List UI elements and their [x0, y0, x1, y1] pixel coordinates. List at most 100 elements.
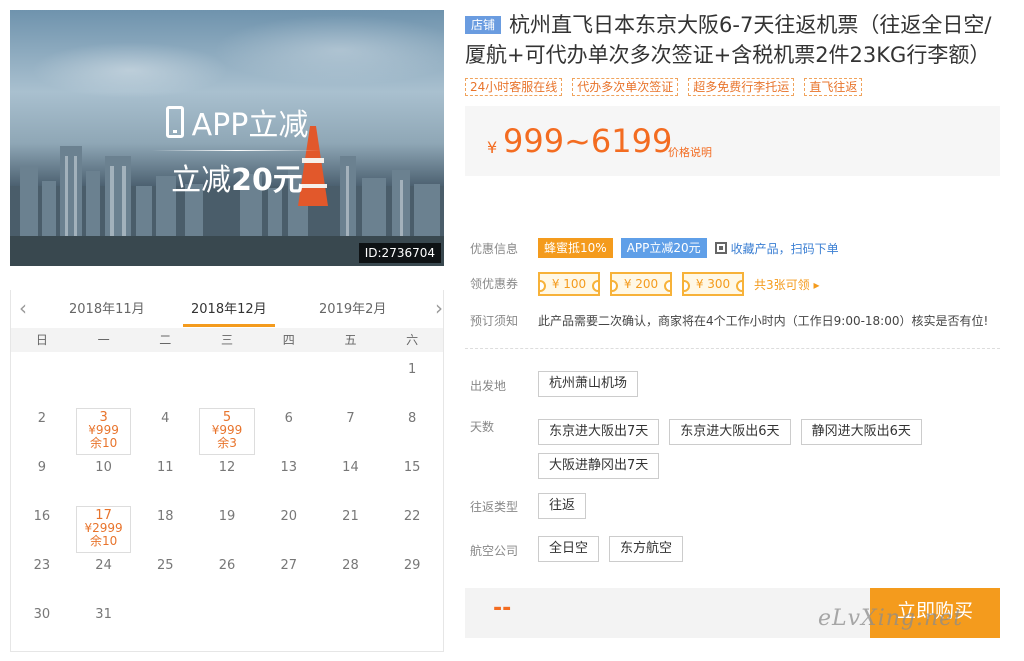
- calendar-day: 21: [320, 501, 382, 550]
- coupon-voucher[interactable]: ¥ 300: [682, 272, 744, 296]
- calendar-day: 28: [320, 550, 382, 599]
- airline-option[interactable]: 全日空: [538, 536, 600, 562]
- calendar-day-number: 4: [161, 411, 170, 426]
- favorite-scan-link[interactable]: 收藏产品，扫码下单: [714, 240, 839, 257]
- departure-options: 杭州萧山机场: [538, 371, 648, 397]
- calendar-day-number: 12: [218, 460, 236, 475]
- offers-row: 蜂蜜抵10% APP立减20元 收藏产品，扫码下单: [538, 238, 839, 258]
- airline-label: 航空公司: [470, 544, 519, 558]
- calendar-day-number: 28: [342, 558, 359, 573]
- days-option[interactable]: 大阪进静冈出7天: [538, 453, 660, 479]
- promo-app-text: APP立减: [191, 108, 309, 143]
- calendar-day-number: 25: [157, 558, 174, 573]
- promo-line1: APP立减: [148, 100, 326, 144]
- calendar-day-number: 26: [218, 558, 236, 573]
- month-tab-prev[interactable]: 2018年11月: [69, 298, 145, 317]
- calendar-day: 29: [381, 550, 443, 599]
- calendar-day-stock: 余10: [89, 436, 118, 450]
- calendar-empty-day: [258, 354, 320, 403]
- calendar-day: 1: [381, 354, 443, 403]
- chevron-left-icon[interactable]: ‹: [15, 296, 31, 320]
- promo-divider: [152, 150, 322, 151]
- calendar-day-number: 19: [218, 509, 236, 524]
- calendar-day-number: 23: [33, 558, 51, 573]
- calendar-day: 26: [196, 550, 258, 599]
- price-note-link[interactable]: 价格说明: [668, 144, 712, 160]
- trip-type-option[interactable]: 往返: [538, 493, 587, 519]
- weekday-label: 一: [97, 333, 110, 347]
- product-hero-image: APP立减 立减20元 ID:2736704: [10, 10, 444, 266]
- product-tag: 24小时客服在线: [465, 78, 563, 96]
- calendar-day-number: 18: [157, 509, 174, 524]
- calendar-week-row: 16 17 ¥2999 余10 18 19 20 21 22: [11, 501, 443, 553]
- selected-price: --: [493, 596, 512, 621]
- calendar-day-stock: 余3: [217, 436, 237, 450]
- product-tag: 超多免费行李托运: [688, 78, 795, 96]
- honey-discount-badge: 蜂蜜抵10%: [538, 238, 613, 258]
- days-option[interactable]: 静冈进大阪出6天: [800, 419, 922, 445]
- calendar-week-row: 30 31: [11, 599, 443, 648]
- calendar-week-row: 9 10 11 12 13 14 15: [11, 452, 443, 501]
- calendar-month-nav: ‹ 2018年11月 2018年12月 2019年2月 ›: [1, 288, 455, 327]
- weekday-label: 三: [221, 333, 234, 347]
- app-discount-promo: APP立减 立减20元: [148, 100, 326, 199]
- phone-icon: [165, 106, 184, 138]
- offers-label: 优惠信息: [470, 242, 519, 256]
- month-tab-next[interactable]: 2019年2月: [319, 298, 386, 317]
- calendar-day: 14: [320, 452, 382, 501]
- calendar-day[interactable]: 5 ¥999 余3: [196, 403, 258, 455]
- calendar-day: 30: [11, 599, 73, 648]
- product-tag: 直飞往返: [804, 78, 863, 96]
- calendar-empty-day: [320, 354, 382, 403]
- calendar-empty-day: [381, 599, 443, 648]
- product-tag: 代办多次单次签证: [572, 78, 679, 96]
- calendar-day-number: 10: [95, 460, 112, 475]
- product-detail-panel: 店铺 杭州直飞日本东京大阪6-7天往返机票（往返全日空/厦航+可代办单次多次签证+…: [465, 10, 1000, 638]
- booking-label: 预订须知: [470, 314, 519, 328]
- calendar-week-row: 23 24 25 26 27 28 29: [11, 550, 443, 599]
- calendar-day: 24: [73, 550, 135, 599]
- coupon-more-link[interactable]: 共3张可领 ▸: [754, 276, 819, 293]
- calendar-weekday-header: 日一二三四五六: [11, 328, 443, 352]
- calendar-day-number: 31: [95, 607, 112, 622]
- product-id-tag: ID:2736704: [358, 243, 441, 263]
- booking-notice: 此产品需要二次确认，商家将在4个工作小时内（工作日9:00-18:00）核实是否…: [538, 314, 989, 328]
- calendar-day-number: 22: [403, 509, 421, 524]
- promo-discount-prefix: 立减: [171, 163, 232, 198]
- weekday-label: 四: [282, 333, 295, 347]
- calendar-day-number: 13: [280, 460, 297, 475]
- calendar-day: 4: [134, 403, 196, 452]
- product-title: 店铺 杭州直飞日本东京大阪6-7天往返机票（往返全日空/厦航+可代办单次多次签证+…: [465, 10, 1000, 70]
- price-calendar: ‹ 2018年11月 2018年12月 2019年2月 › 日一二三四五六 12…: [10, 290, 444, 652]
- calendar-day: 19: [196, 501, 258, 550]
- coupon-voucher[interactable]: ¥ 100: [538, 272, 600, 296]
- days-option[interactable]: 东京进大阪出7天: [538, 419, 660, 445]
- calendar-day: 20: [258, 501, 320, 550]
- calendar-day-number: 1: [408, 362, 417, 377]
- calendar-empty-day: [320, 599, 382, 648]
- days-option[interactable]: 东京进大阪出6天: [669, 419, 791, 445]
- calendar-day[interactable]: 17 ¥2999 余10: [73, 501, 135, 553]
- departure-option[interactable]: 杭州萧山机场: [538, 371, 639, 397]
- calendar-day[interactable]: 3 ¥999 余10: [73, 403, 135, 455]
- coupon-voucher[interactable]: ¥ 200: [610, 272, 672, 296]
- calendar-day: 9: [11, 452, 73, 501]
- calendar-day: 18: [134, 501, 196, 550]
- calendar-day: 8: [381, 403, 443, 452]
- calendar-empty-day: [73, 354, 135, 403]
- airline-option[interactable]: 东方航空: [609, 536, 684, 562]
- calendar-empty-day: [134, 599, 196, 648]
- calendar-day: 6: [258, 403, 320, 452]
- calendar-empty-day: [196, 599, 258, 648]
- month-tab-current[interactable]: 2018年12月: [183, 298, 275, 327]
- calendar-day-number: 6: [284, 411, 293, 426]
- promo-line2: 立减20元: [148, 155, 326, 199]
- app-discount-badge: APP立减20元: [620, 238, 707, 258]
- coupons-label: 领优惠券: [470, 277, 519, 291]
- chevron-right-icon[interactable]: ›: [431, 296, 447, 320]
- calendar-day-number: 7: [346, 411, 355, 426]
- calendar-day: 31: [73, 599, 135, 648]
- product-title-text: 杭州直飞日本东京大阪6-7天往返机票（往返全日空/厦航+可代办单次多次签证+含税…: [465, 13, 992, 67]
- qr-code-icon: [714, 242, 727, 254]
- price-currency: ¥: [487, 138, 498, 157]
